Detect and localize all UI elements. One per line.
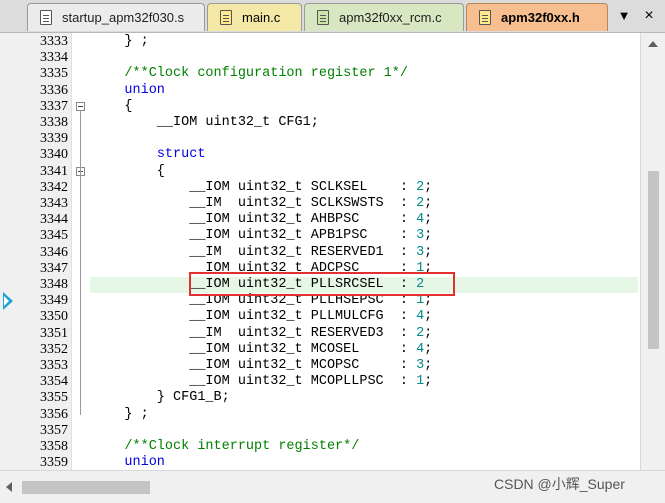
code-line[interactable]: /**Clock configuration register 1*/ [92,66,408,82]
tab-apm32f0xx-h[interactable]: apm32f0xx.h [466,3,608,31]
line-number: 3358 [40,439,68,454]
line-number: 3359 [40,455,68,471]
asm-file-icon [40,10,52,25]
tab-label: apm32f0xx_rcm.c [339,10,442,25]
line-number: 3335 [40,66,68,82]
line-number: 3342 [40,179,68,195]
scroll-left-arrow-icon[interactable] [6,482,12,492]
tab-bar: startup_apm32f030.s main.c apm32f0xx_rcm… [0,0,665,33]
code-line[interactable]: } ; [92,407,148,423]
line-number: 3333 [40,34,68,49]
code-line[interactable]: __IOM uint32_t AHBPSC : 4; [92,212,432,228]
close-tab-button[interactable]: × [639,6,659,26]
line-number: 3341 [40,163,68,179]
line-number: 3338 [40,115,68,130]
code-line[interactable]: union [92,455,165,471]
tab-label: main.c [242,10,281,25]
line-number: 3336 [40,82,68,98]
code-line[interactable]: { [92,99,132,115]
tab-apm32f0xx-rcm-c[interactable]: apm32f0xx_rcm.c [304,3,464,31]
line-number: 3352 [40,341,68,357]
line-number: 3355 [40,390,68,406]
line-number: 3349 [40,293,68,309]
code-line[interactable]: __IOM uint32_t MCOPSC : 3; [92,358,432,374]
breakpoint-margin[interactable] [0,33,17,470]
code-line[interactable]: union [92,83,165,99]
line-number: 3353 [40,358,68,373]
line-number: 3344 [40,212,68,228]
tab-label: startup_apm32f030.s [62,10,185,25]
code-line[interactable]: __IOM uint32_t APB1PSC : 3; [92,228,432,244]
line-number: 3345 [40,228,68,244]
line-number: 3343 [40,196,68,211]
line-number: 3356 [40,406,68,422]
fold-toggle-icon[interactable] [76,102,85,112]
line-number: 3346 [40,244,68,260]
code-line[interactable]: __IOM uint32_t PLLMULCFG : 4; [92,309,432,325]
code-line[interactable]: { [92,164,165,180]
line-number: 3354 [40,374,68,390]
vertical-scroll-thumb[interactable] [648,171,659,349]
scroll-up-arrow-icon[interactable] [648,41,658,47]
code-line[interactable]: struct [92,147,206,163]
line-number: 3347 [40,260,68,276]
tab-main-c[interactable]: main.c [207,3,302,31]
selection-highlight-box [189,272,455,296]
code-line[interactable]: __IOM uint32_t CFG1; [92,115,319,131]
code-line[interactable]: __IM uint32_t RESERVED3 : 2; [92,326,432,342]
horizontal-scroll-thumb[interactable] [22,481,150,494]
line-number: 3339 [40,131,68,147]
code-line[interactable]: __IM uint32_t SCLKSWSTS : 2; [92,196,432,212]
code-line[interactable]: /**Clock interrupt register*/ [92,439,359,455]
header-file-icon [479,10,491,25]
code-line[interactable]: __IM uint32_t RESERVED1 : 3; [92,245,432,261]
code-editor[interactable]: 3333 } ; 3334 3335 /**Clock configuration … [0,33,665,503]
code-line[interactable]: } ; [92,34,148,50]
fold-guide-line [80,176,81,399]
c-file-icon [220,10,232,25]
tab-startup-apm32f030-s[interactable]: startup_apm32f030.s [27,3,205,31]
line-number: 3350 [40,309,68,325]
line-number: 3357 [40,422,68,438]
current-line-arrow-inner [4,296,9,306]
line-number: 3348 [40,277,68,292]
line-number: 3337 [40,98,68,114]
code-line[interactable]: __IOM uint32_t MCOPLLPSC : 1; [92,374,432,390]
code-line[interactable]: __IOM uint32_t SCLKSEL : 2; [92,180,432,196]
tab-label: apm32f0xx.h [501,10,580,25]
line-number: 3334 [40,50,68,66]
vertical-scrollbar[interactable] [640,33,665,470]
line-number: 3351 [40,325,68,341]
c-file-icon [317,10,329,25]
code-line[interactable]: } CFG1_B; [92,390,230,406]
tab-list-dropdown-button[interactable]: ▼ [614,6,634,26]
line-number: 3340 [40,147,68,163]
watermark: CSDN @小辉_Super [494,476,625,492]
code-line[interactable]: __IOM uint32_t MCOSEL : 4; [92,342,432,358]
